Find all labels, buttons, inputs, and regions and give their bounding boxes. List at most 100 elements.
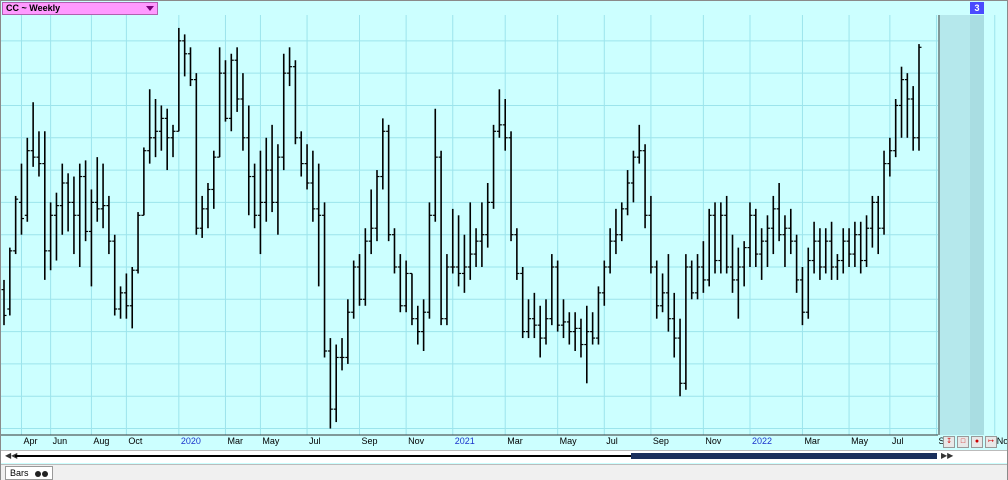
ohlc-bar [916, 44, 922, 151]
ohlc-bar [753, 208, 759, 267]
ohlc-bar [18, 163, 24, 235]
ohlc-bar [118, 286, 124, 319]
ohlc-bar [555, 260, 561, 332]
x-tick-label: Apr [23, 436, 37, 446]
x-tick-label: 2022 [752, 436, 772, 446]
symbol-selector[interactable]: CC ~ Weekly [2, 2, 158, 15]
symbol-title: CC ~ Weekly [6, 3, 61, 13]
ohlc-bar [211, 150, 217, 209]
ohlc-bar [695, 254, 701, 300]
ohlc-bar [910, 86, 916, 151]
ohlc-bar [48, 202, 54, 271]
chart-grid [1, 15, 996, 435]
ohlc-bar [858, 221, 864, 274]
ohlc-bar [450, 208, 456, 274]
ohlc-bar [764, 215, 770, 267]
ohlc-bar [625, 170, 631, 216]
ohlc-bar [776, 183, 782, 242]
corner-badge[interactable]: 3 [970, 2, 984, 14]
ohlc-bar [584, 305, 590, 384]
x-tick-label: Jul [606, 436, 618, 446]
x-tick-label: Sep [362, 436, 378, 446]
ohlc-bar [636, 124, 642, 164]
ohlc-bar [660, 273, 666, 313]
chevron-down-icon[interactable] [146, 6, 154, 11]
bars-tab-label: Bars [10, 468, 29, 478]
ohlc-bar [100, 163, 106, 229]
ohlc-bar [147, 89, 153, 164]
scroll-end-icon[interactable]: ↦ [985, 436, 997, 448]
side-panel-strip [970, 15, 984, 435]
chart-window: 1450150015501600165017001750180018501900… [0, 0, 1008, 480]
ohlc-bar [526, 299, 532, 339]
ohlc-bar [217, 47, 223, 158]
ohlc-bar [30, 102, 36, 167]
ohlc-bar [397, 254, 403, 313]
ohlc-bar [158, 105, 164, 151]
ohlc-bar [386, 124, 392, 242]
ohlc-bar [357, 254, 363, 306]
ohlc-bar [222, 60, 228, 122]
chart-scrollbar[interactable]: ◀◀ ▶▶ [1, 450, 1007, 463]
x-tick-label: Nov [997, 436, 1007, 446]
ohlc-bar [187, 47, 193, 87]
ohlc-bar [129, 267, 135, 329]
ohlc-bar [24, 137, 30, 222]
time-axis: Apr Jun Aug Oct 2020 Mar May Jul Sep Nov 2021 Mar Ma… [1, 434, 1007, 446]
scroll-right-icon[interactable]: ▶▶ [941, 451, 953, 460]
ohlc-bar [485, 183, 491, 248]
zoom-out-icon[interactable]: □ [957, 436, 969, 448]
x-tick-label: 2020 [181, 436, 201, 446]
ohlc-bar [246, 105, 252, 216]
ohlc-bar [473, 228, 479, 267]
ohlc-bar [444, 254, 450, 326]
ohlc-bar [106, 195, 112, 255]
ohlc-bar [741, 241, 747, 287]
ohlc-bar [549, 254, 555, 326]
x-tick-label: Aug [93, 436, 109, 446]
ohlc-bar [304, 144, 310, 190]
ohlc-bar [502, 99, 508, 151]
ohlc-bar [642, 144, 648, 229]
x-tick-label: Jul [892, 436, 904, 446]
ohlc-bar [811, 221, 817, 274]
ohlc-bar [123, 273, 129, 319]
x-tick-label: Jul [309, 436, 321, 446]
ohlc-bar [403, 260, 409, 313]
ohlc-bar [368, 189, 374, 255]
ohlc-bar [77, 163, 83, 267]
ohlc-bar [193, 73, 199, 235]
ohlc-bar [869, 195, 875, 248]
ohlc-bar [782, 215, 788, 267]
x-tick-label: Oct [128, 436, 143, 446]
ohlc-bar [560, 299, 566, 339]
ohlc-bar [817, 228, 823, 280]
ohlc-bar [846, 228, 852, 267]
zoom-in-icon[interactable]: ● [971, 436, 983, 448]
ohlc-bar [322, 202, 328, 358]
ohlc-bar [281, 53, 287, 171]
ohlc-bar [153, 99, 159, 158]
x-tick-label: Nov [705, 436, 722, 446]
ohlc-bar [788, 208, 794, 255]
ohlc-bar [83, 160, 89, 242]
ohlc-bar [316, 163, 322, 287]
scroll-start-icon[interactable]: ↧ [943, 436, 955, 448]
x-tick-label: Jun [53, 436, 68, 446]
bars-tab[interactable]: Bars [5, 466, 54, 480]
ohlc-bar [275, 144, 281, 235]
ohlc-bar [176, 27, 182, 132]
ohlc-bar [881, 150, 887, 235]
x-tick-label: Mar [507, 436, 523, 446]
ohlc-bar [240, 73, 246, 151]
ohlc-bar [759, 228, 765, 280]
x-tick-label: Sep [653, 436, 669, 446]
scroll-thumb[interactable] [631, 453, 937, 459]
ohlc-bar [287, 47, 293, 87]
ohlc-bar [619, 202, 625, 242]
ohlc-bar [327, 338, 333, 429]
ohlc-bar [339, 338, 345, 371]
x-tick-label: 2021 [455, 436, 475, 446]
ohlc-bar [426, 202, 432, 319]
status-bar: Bars [1, 464, 1007, 480]
